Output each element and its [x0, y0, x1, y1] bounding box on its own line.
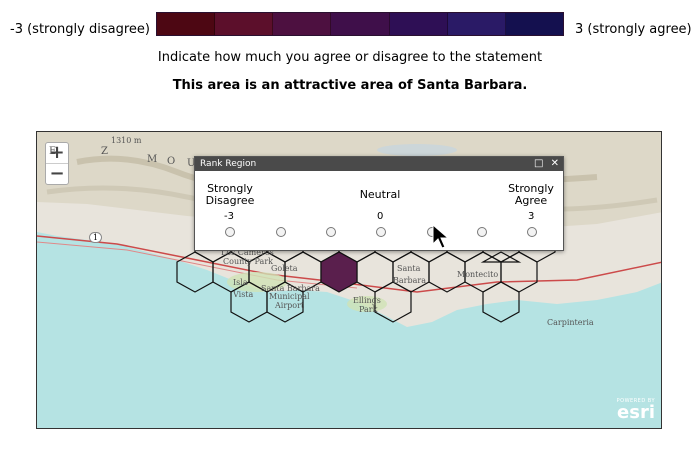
statement-text: This area is an attractive area of Santa… — [172, 78, 528, 93]
esri-brand: esri — [617, 402, 655, 423]
value-mid-label: 0 — [377, 211, 384, 222]
swatch-0 — [331, 13, 390, 35]
map-label-airport: Airport — [275, 301, 305, 310]
map-label-barbara: Barbara — [393, 276, 426, 285]
radio-minus-2[interactable] — [276, 227, 286, 237]
map-label-santa: Santa — [397, 264, 421, 273]
maximize-icon[interactable]: □ — [534, 158, 543, 169]
hex-cell — [176, 251, 214, 293]
radio-2[interactable] — [477, 227, 487, 237]
route-shield: 1 — [89, 232, 103, 243]
hex-cell — [356, 251, 394, 293]
esri-logo: POWERED BY esri — [617, 398, 655, 422]
map-label-m: M — [147, 154, 158, 165]
zoom-out-button[interactable]: − — [46, 164, 68, 184]
hex-cell — [500, 251, 538, 293]
map-label-montecito: Montecito — [457, 270, 499, 279]
color-ramp — [156, 12, 564, 36]
swatch-1 — [389, 13, 448, 35]
map-label-z: Z — [101, 146, 108, 157]
hex-cell — [480, 251, 522, 263]
hex-cell-selected — [320, 251, 358, 293]
swatch-minus-2 — [215, 13, 274, 35]
rank-region-popup: Rank Region □ ✕ Strongly Disagree Neutra… — [194, 156, 564, 251]
map-label-goleta: Goleta — [271, 264, 298, 273]
close-icon[interactable]: ✕ — [551, 158, 559, 169]
neutral-label: Neutral — [359, 188, 401, 201]
hex-cell — [482, 281, 520, 323]
scale-min-label: -3 (strongly disagree) — [10, 22, 150, 37]
rating-scale-legend: -3 (strongly disagree) 3 (strongly agree… — [0, 6, 700, 37]
swatch-minus-1 — [273, 13, 332, 35]
map-label-municipal: Municipal — [269, 292, 310, 301]
popup-actions: □ ✕ — [530, 157, 559, 171]
swatch-3 — [505, 13, 563, 35]
map-label-elevation: 1310 m — [111, 136, 142, 145]
map-label-carpinteria: Carpinteria — [547, 318, 594, 327]
map-label-e: E — [49, 146, 57, 157]
strongly-agree-line2: Agree — [514, 194, 548, 207]
strongly-disagree-line2: Disagree — [205, 194, 255, 207]
instruction-text: Indicate how much you agree or disagree … — [157, 50, 543, 65]
map-label-isla: Isla — [233, 278, 248, 287]
radio-minus-1[interactable] — [326, 227, 336, 237]
map-label-park: Park — [359, 305, 378, 314]
radio-0[interactable] — [376, 227, 386, 237]
radio-minus-3[interactable] — [225, 227, 235, 237]
scale-max-label: 3 (strongly agree) — [575, 22, 692, 37]
swatch-minus-3 — [157, 13, 216, 35]
popup-titlebar: Rank Region □ ✕ — [195, 157, 563, 171]
popup-body: Strongly Disagree Neutral Strongly Agree… — [195, 171, 563, 250]
map-label-o: O — [167, 156, 176, 167]
strongly-agree-label: Strongly Agree — [503, 183, 559, 207]
strongly-disagree-label: Strongly Disagree — [201, 183, 259, 207]
swatch-2 — [447, 13, 506, 35]
value-min-label: -3 — [224, 211, 234, 222]
map-label-vista: Vista — [233, 290, 254, 299]
mouse-cursor-icon — [432, 224, 450, 249]
map-label-ellings: Ellings — [353, 296, 381, 305]
radio-3[interactable] — [527, 227, 537, 237]
popup-title: Rank Region — [200, 159, 257, 169]
value-max-label: 3 — [528, 211, 535, 222]
map-label-county-park: County Park — [223, 257, 273, 266]
